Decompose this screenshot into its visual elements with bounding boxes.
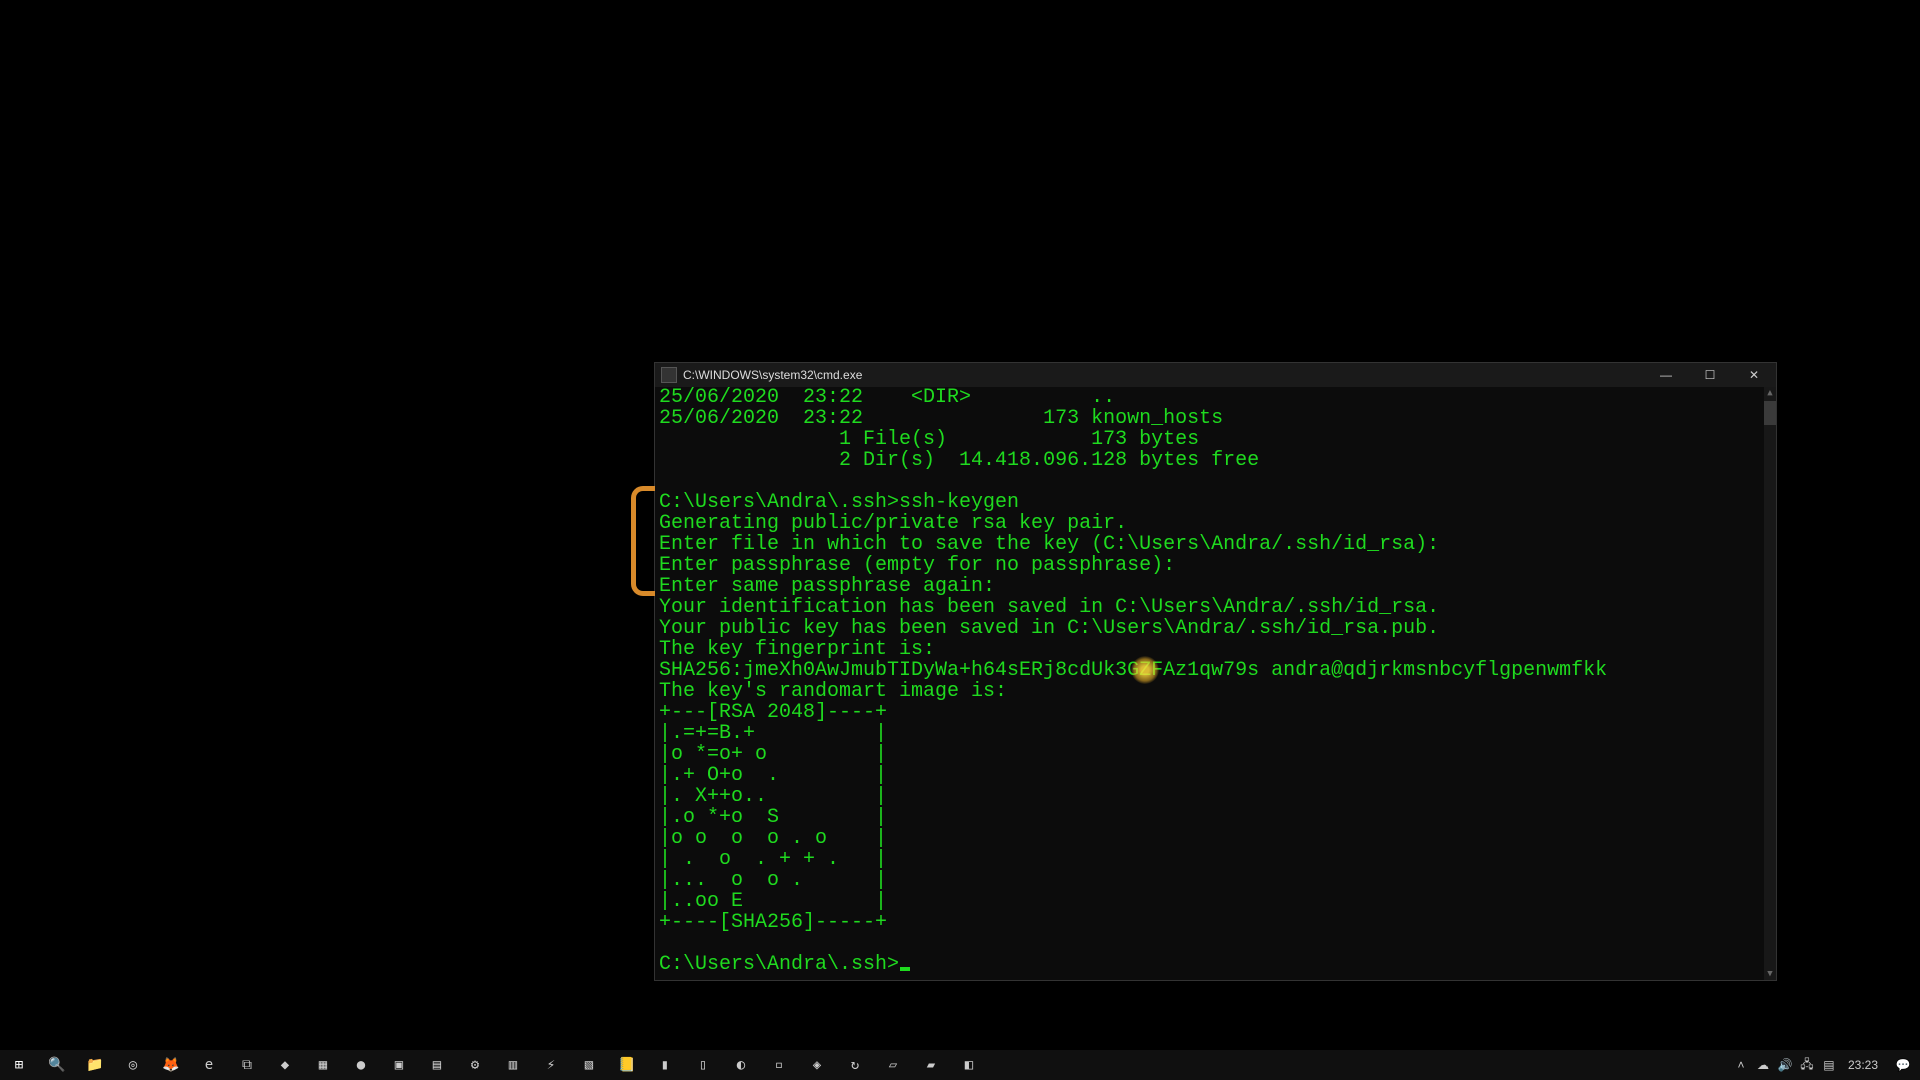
cmd-icon[interactable]: ▣ bbox=[380, 1050, 418, 1080]
taskbar: ⊞🔍📁◎🦊e⧉◆▦●▣▤⚙▥⚡▧📒▮▯◐▫◈↻▱▰◧ ˄☁🔊🖧▤ 23:23 💬 bbox=[0, 1050, 1920, 1080]
app-icon-11[interactable]: ◐ bbox=[722, 1050, 760, 1080]
app-icon-6[interactable]: ⚡ bbox=[532, 1050, 570, 1080]
onedrive-icon[interactable]: ☁ bbox=[1752, 1050, 1774, 1080]
vscode-icon[interactable]: ⧉ bbox=[228, 1050, 266, 1080]
close-button[interactable]: ✕ bbox=[1732, 363, 1776, 387]
taskbar-left: ⊞🔍📁◎🦊e⧉◆▦●▣▤⚙▥⚡▧📒▮▯◐▫◈↻▱▰◧ bbox=[0, 1050, 988, 1080]
app-icon-5[interactable]: ▥ bbox=[494, 1050, 532, 1080]
tray-overflow-icon[interactable]: ˄ bbox=[1730, 1050, 1752, 1080]
scroll-down-arrow-icon[interactable]: ▼ bbox=[1764, 968, 1776, 980]
scrollbar-thumb[interactable] bbox=[1764, 401, 1776, 425]
text-cursor bbox=[900, 967, 910, 971]
titlebar[interactable]: C:\WINDOWS\system32\cmd.exe — ☐ ✕ bbox=[655, 363, 1776, 387]
app-icon-12[interactable]: ▫ bbox=[760, 1050, 798, 1080]
app-icon-17[interactable]: ◧ bbox=[950, 1050, 988, 1080]
app-icon-10[interactable]: ▯ bbox=[684, 1050, 722, 1080]
prompt: C:\Users\Andra\.ssh> bbox=[659, 953, 899, 976]
app-icon-4[interactable]: ▤ bbox=[418, 1050, 456, 1080]
app-icon-16[interactable]: ▰ bbox=[912, 1050, 950, 1080]
annotation-bracket bbox=[631, 486, 655, 596]
minimize-button[interactable]: — bbox=[1644, 363, 1688, 387]
scrollbar[interactable]: ▲ ▼ bbox=[1764, 387, 1776, 980]
app-icon-3[interactable]: ● bbox=[342, 1050, 380, 1080]
cmd-titlebar-icon bbox=[661, 367, 677, 383]
app-icon-1[interactable]: ◆ bbox=[266, 1050, 304, 1080]
settings-icon[interactable]: ⚙ bbox=[456, 1050, 494, 1080]
network-icon[interactable]: 🖧 bbox=[1796, 1050, 1818, 1080]
scroll-up-arrow-icon[interactable]: ▲ bbox=[1764, 387, 1776, 399]
start-button[interactable]: ⊞ bbox=[0, 1050, 38, 1080]
volume-icon[interactable]: 🔊 bbox=[1774, 1050, 1796, 1080]
edge-icon[interactable]: e bbox=[190, 1050, 228, 1080]
app-icon-9[interactable]: ▮ bbox=[646, 1050, 684, 1080]
app-icon-14[interactable]: ↻ bbox=[836, 1050, 874, 1080]
search-icon[interactable]: 🔍 bbox=[38, 1050, 76, 1080]
maximize-button[interactable]: ☐ bbox=[1688, 363, 1732, 387]
app-icon-2[interactable]: ▦ bbox=[304, 1050, 342, 1080]
language-icon[interactable]: ▤ bbox=[1818, 1050, 1840, 1080]
app-icon-7[interactable]: ▧ bbox=[570, 1050, 608, 1080]
window-title: C:\WINDOWS\system32\cmd.exe bbox=[683, 368, 1644, 382]
file-explorer-icon[interactable]: 📁 bbox=[76, 1050, 114, 1080]
app-icon-13[interactable]: ◈ bbox=[798, 1050, 836, 1080]
taskbar-right: ˄☁🔊🖧▤ 23:23 💬 bbox=[1730, 1050, 1920, 1080]
clock-time: 23:23 bbox=[1848, 1058, 1878, 1072]
terminal-output[interactable]: 25/06/2020 23:22 <DIR> .. 25/06/2020 23:… bbox=[655, 387, 1764, 980]
taskbar-clock[interactable]: 23:23 bbox=[1840, 1058, 1886, 1072]
notification-icon: 💬 bbox=[1896, 1058, 1911, 1072]
app-icon-8[interactable]: 📒 bbox=[608, 1050, 646, 1080]
firefox-icon[interactable]: 🦊 bbox=[152, 1050, 190, 1080]
cmd-window: C:\WINDOWS\system32\cmd.exe — ☐ ✕ 25/06/… bbox=[654, 362, 1777, 981]
chrome-icon[interactable]: ◎ bbox=[114, 1050, 152, 1080]
notifications-button[interactable]: 💬 bbox=[1886, 1050, 1920, 1080]
app-icon-15[interactable]: ▱ bbox=[874, 1050, 912, 1080]
